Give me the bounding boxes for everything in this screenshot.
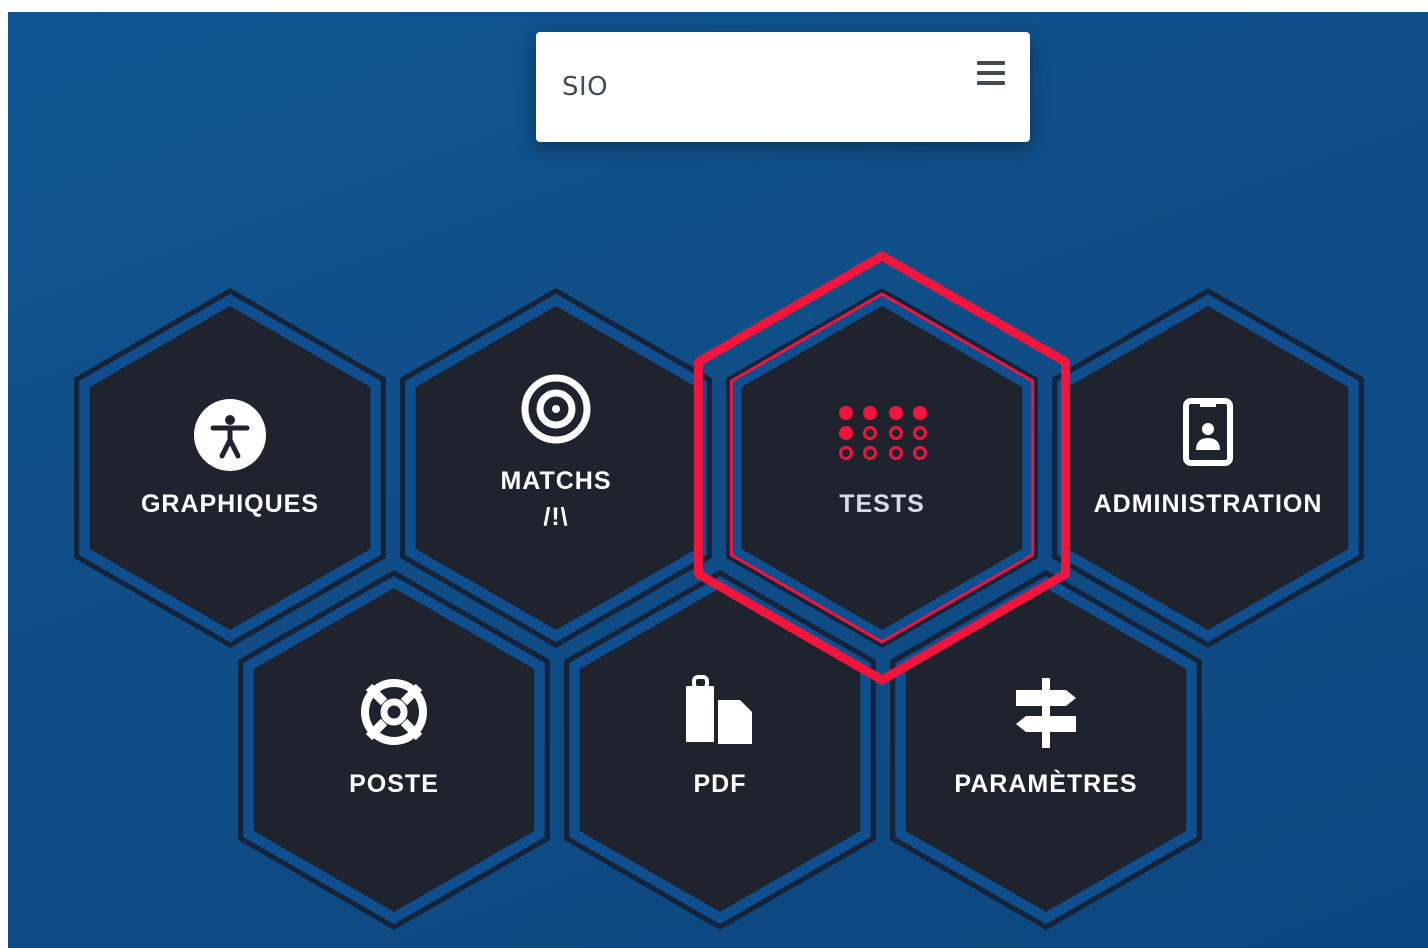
tile-pdf[interactable]: PDF (564, 570, 876, 930)
tile-tests[interactable]: TESTS (726, 288, 1038, 648)
tile-label: PDF (694, 770, 747, 798)
tile-label: POSTE (349, 770, 439, 798)
tile-poste[interactable]: POSTE (238, 570, 550, 930)
tile-label: GRAPHIQUES (141, 490, 319, 518)
tile-matchs[interactable]: MATCHS /!\ (400, 288, 712, 648)
hexagon-menu: GRAPHIQUES MATCHS /!\ TESTS ADMINISTRATION PO… (74, 251, 1364, 930)
app-background: SIO GRAPHIQUES MATCHS/!\ TESTS ADMINISTRATI… (8, 12, 1428, 948)
accessibility-icon (194, 399, 266, 471)
tile-label: TESTS (839, 490, 925, 518)
tile-administration[interactable]: ADMINISTRATION (1052, 288, 1364, 648)
tile-label: /!\ (543, 503, 568, 531)
tile-label: PARAMÈTRES (954, 769, 1137, 798)
tile-graphiques[interactable]: GRAPHIQUES (74, 288, 386, 648)
tile-label: MATCHS (500, 467, 611, 495)
tile-parametres[interactable]: PARAMÈTRES (890, 570, 1202, 930)
tile-label: ADMINISTRATION (1094, 490, 1323, 518)
